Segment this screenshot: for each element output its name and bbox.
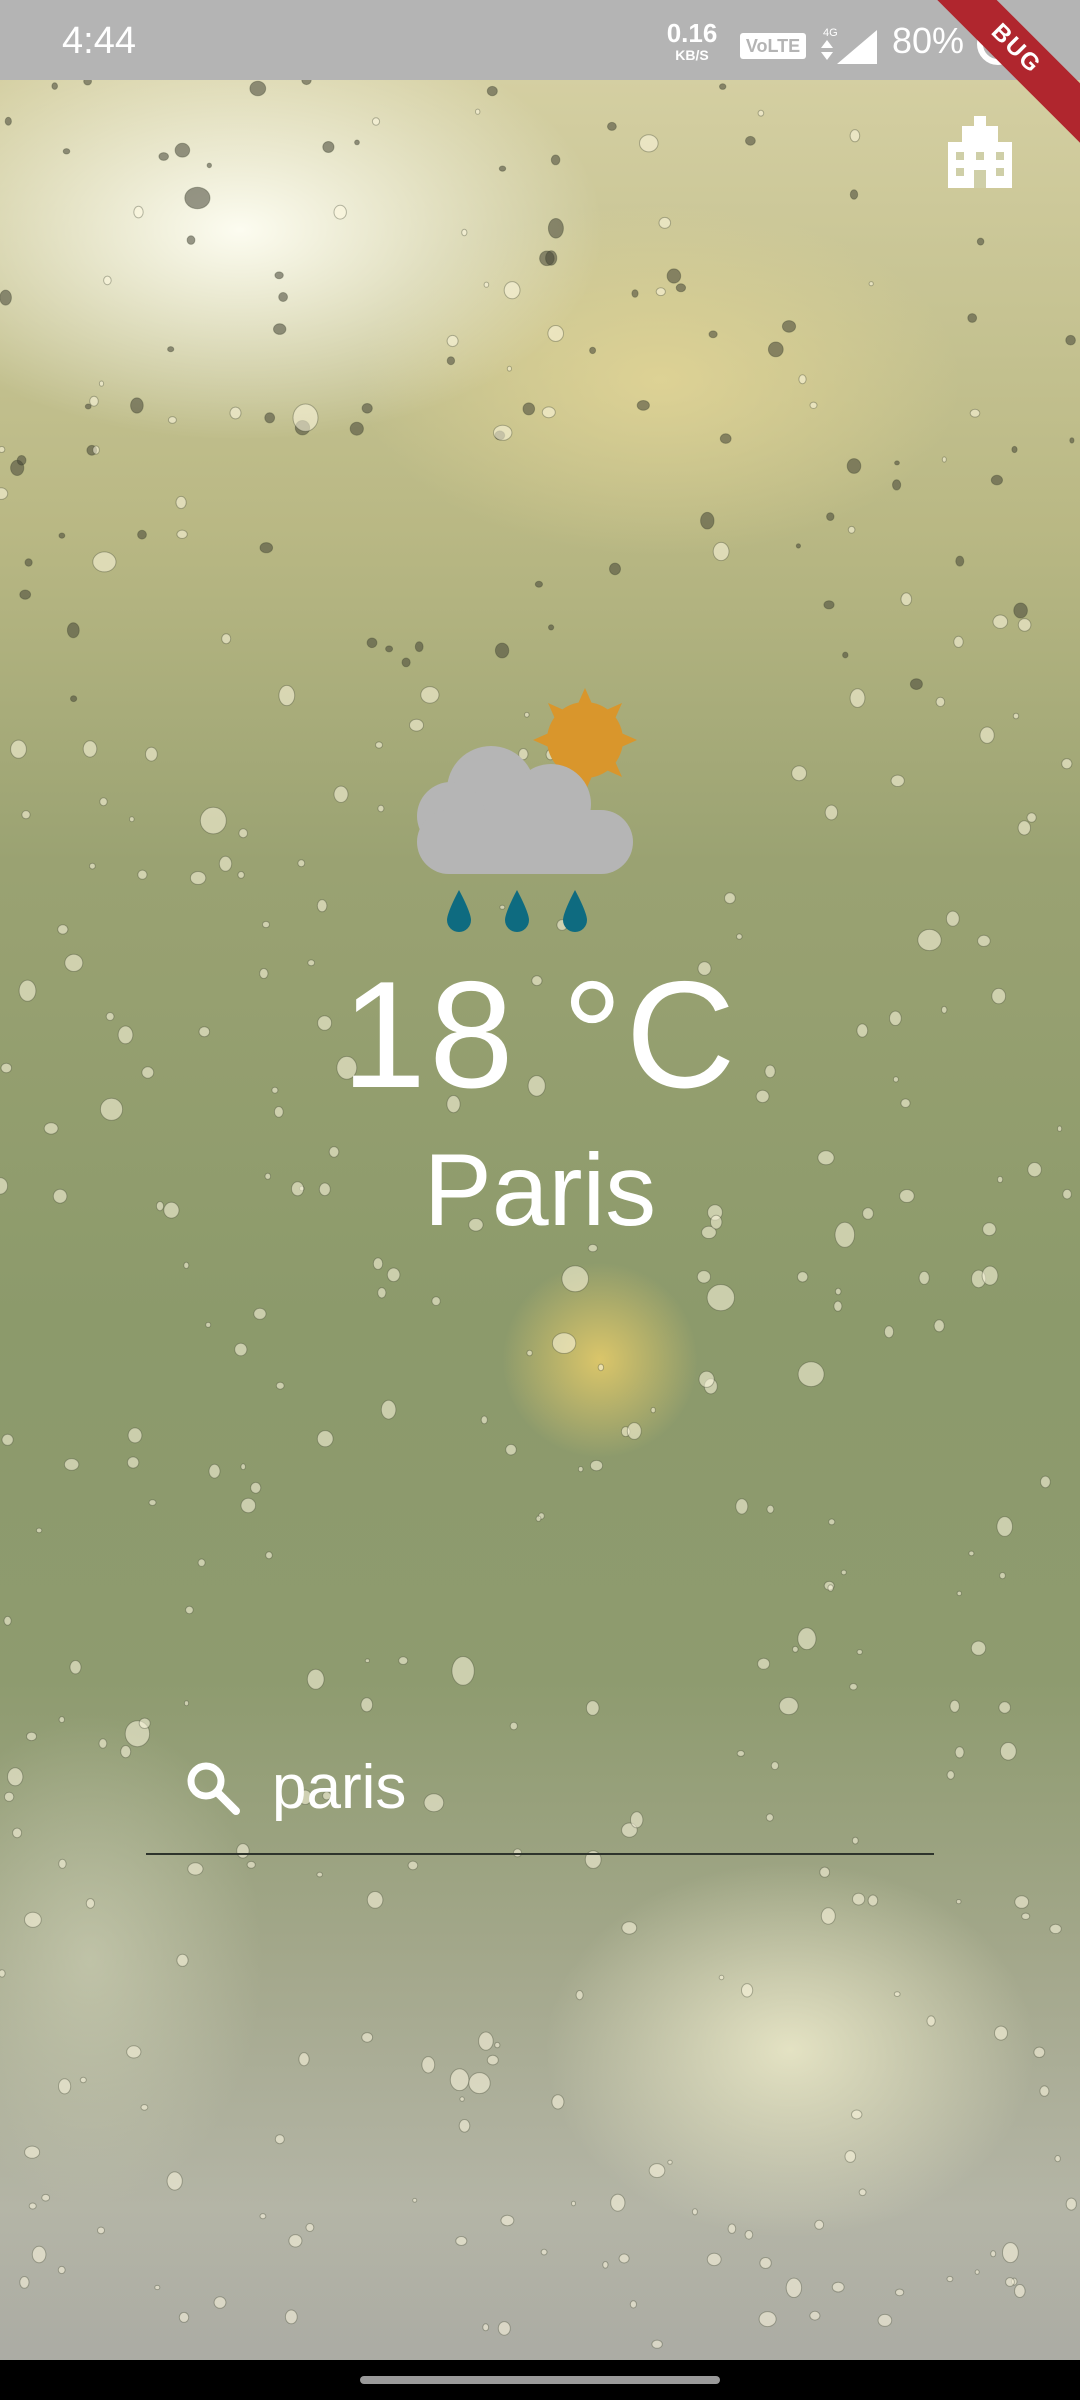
- status-bar: 4:44 0.16 KB/S VoLTE 4G 80% BUG: [0, 0, 1080, 156]
- volte-badge: VoLTE: [740, 33, 806, 59]
- city-building-icon[interactable]: [940, 112, 1020, 192]
- network-speed: 0.16 KB/S: [664, 20, 720, 62]
- network-speed-unit: KB/S: [675, 47, 709, 63]
- navigation-bar: [0, 2360, 1080, 2400]
- search-icon: [187, 1762, 240, 1815]
- rain-drops-icon: [447, 890, 587, 932]
- city-name: Paris: [423, 1133, 657, 1247]
- status-time: 4:44: [62, 20, 136, 62]
- search-input[interactable]: [272, 1747, 912, 1827]
- temperature-value: 18 °C: [341, 950, 739, 1120]
- battery-percent: 80%: [892, 20, 965, 61]
- city-search-field[interactable]: [146, 1735, 934, 1855]
- network-speed-value: 0.16: [666, 18, 718, 48]
- signal-icon: 4G: [821, 27, 877, 64]
- weather-screen: 4:44 0.16 KB/S VoLTE 4G 80% BUG 18 °C Pa…: [0, 0, 1080, 2400]
- rain-sun-cloud-icon: [417, 688, 637, 932]
- home-indicator[interactable]: [360, 2376, 720, 2384]
- network-type-label: 4G: [823, 27, 838, 39]
